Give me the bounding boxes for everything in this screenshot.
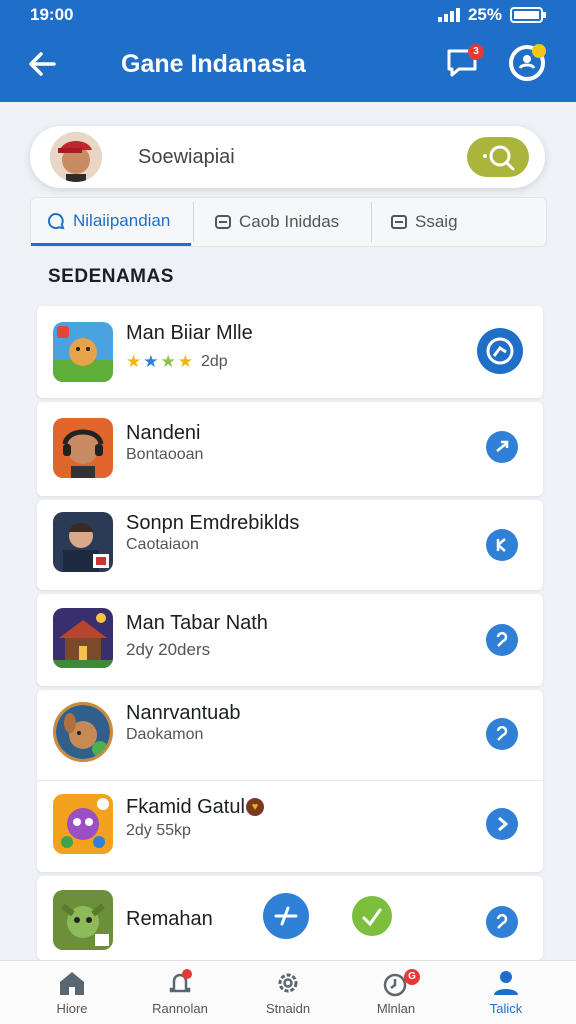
tab-bar: Nilaiipandian Caob Iniddas Ssaig: [30, 197, 547, 247]
nav-label: Talick: [489, 1001, 523, 1016]
help-icon: [496, 725, 508, 741]
game-thumbnail: [53, 890, 113, 950]
nav-label: Rannolan: [152, 1001, 208, 1016]
tab-ssaig[interactable]: Ssaig: [391, 198, 458, 246]
divider: [37, 780, 543, 781]
game-subtitle: 2dp: [201, 353, 228, 370]
game-title: Remahan: [126, 908, 213, 930]
chat-icon: [47, 212, 65, 229]
back-arrow-icon[interactable]: [24, 46, 60, 82]
tab-label: Caob Iniddas: [239, 212, 340, 231]
nav-item-home[interactable]: Hiore: [24, 969, 120, 1016]
star-icon: ★: [160, 352, 176, 371]
game-subtitle: Caotaiaon: [126, 536, 199, 553]
search-button[interactable]: [467, 137, 529, 177]
help-icon: [496, 913, 508, 929]
share-fab[interactable]: [263, 893, 309, 939]
nav-label: Hiore: [56, 1001, 88, 1016]
game-card[interactable]: Man Biiar Mlle ★ ★ ★ ★ 2dp: [37, 306, 543, 398]
arrow-right-icon: [496, 440, 509, 452]
action-button[interactable]: [486, 624, 518, 656]
game-subtitle: 2dy 55kp: [126, 822, 191, 839]
search-icon: [483, 145, 515, 171]
user-icon: [494, 971, 518, 995]
game-card[interactable]: Fkamid Gatul ♥ 2dy 55kp: [37, 782, 543, 872]
profile-badge-dot: [532, 44, 546, 58]
nav-label: Stnaidn: [265, 1001, 311, 1016]
tab-caob-iniddas[interactable]: Caob Iniddas: [215, 198, 339, 246]
tab-label: Ssaig: [415, 212, 458, 231]
action-button[interactable]: [486, 808, 518, 840]
status-right: 25%: [437, 5, 546, 25]
game-card[interactable]: Nandeni Bontaooan: [37, 402, 543, 496]
heart-icon: ♥: [246, 798, 264, 816]
game-title: Fkamid Gatul: [126, 796, 245, 818]
game-thumbnail: [53, 794, 113, 854]
star-icon: ★: [143, 352, 159, 371]
nav-item-notifications[interactable]: Rannolan: [132, 969, 228, 1016]
game-card[interactable]: Sonpn Emdrebiklds Caotaiaon: [37, 500, 543, 590]
star-icon: ★: [126, 352, 142, 371]
tab-label: Nilaiipandian: [73, 210, 171, 230]
home-icon: [60, 972, 84, 995]
share-icon: [486, 337, 514, 365]
game-card-group: Nanrvantuab Daokamon Fkamid Gatul ♥ 2dy …: [37, 690, 543, 872]
game-title: Nanrvantuab: [126, 702, 241, 724]
search-input[interactable]: [138, 142, 438, 172]
app-bar: Gane Indanasia 3: [0, 28, 576, 102]
bell-icon: [169, 969, 192, 993]
nav-label: Mlnlan: [376, 1001, 416, 1016]
send-icon: [274, 906, 298, 926]
rating: ★ ★ ★ ★ 2dp: [126, 352, 228, 372]
nav-badge: G: [404, 969, 420, 985]
game-thumbnail: [53, 322, 113, 382]
profile-button[interactable]: [508, 44, 546, 82]
nav-item-profile[interactable]: Talick: [458, 969, 554, 1016]
game-title: Man Tabar Nath: [126, 612, 268, 634]
action-button[interactable]: [486, 431, 518, 463]
game-subtitle: Daokamon: [126, 726, 204, 743]
search-bar: [30, 126, 545, 188]
action-button[interactable]: [486, 718, 518, 750]
expand-icon: [496, 538, 506, 552]
play-icon: [498, 816, 509, 832]
tab-divider: [371, 202, 372, 242]
action-button[interactable]: [477, 328, 523, 374]
action-button[interactable]: [486, 906, 518, 938]
check-fab[interactable]: [352, 896, 392, 936]
status-time: 19:00: [30, 5, 74, 24]
signal-icon: [437, 8, 460, 22]
game-card[interactable]: Nanrvantuab Daokamon: [37, 690, 543, 780]
game-title: Sonpn Emdrebiklds: [126, 512, 300, 534]
battery-icon: [510, 7, 546, 23]
game-thumbnail: [53, 418, 113, 478]
status-bar: 19:00 25%: [0, 0, 576, 28]
game-subtitle: Bontaooan: [126, 446, 204, 463]
game-title: Man Biiar Mlle: [126, 322, 253, 344]
page-title: Gane Indanasia: [121, 50, 306, 78]
battery-percent: 25%: [467, 5, 502, 24]
game-thumbnail: [53, 702, 113, 762]
messages-button[interactable]: 3: [446, 44, 484, 80]
game-subtitle: 2dy 20ders: [126, 640, 211, 659]
bottom-nav: Hiore Rannolan Stnaidn G Mlnlan Talick: [0, 960, 576, 1024]
gear-icon: [278, 973, 298, 993]
message-badge: 3: [468, 44, 484, 60]
tab-divider: [193, 202, 194, 242]
game-thumbnail: [53, 608, 113, 668]
game-card[interactable]: Man Tabar Nath 2dy 20ders: [37, 594, 543, 686]
action-button[interactable]: [486, 529, 518, 561]
list-icon: [215, 215, 231, 229]
check-icon: [362, 908, 382, 927]
nav-item-history[interactable]: G Mlnlan: [348, 969, 444, 1016]
section-title: SEDENAMAS: [48, 266, 174, 287]
star-icon: ★: [177, 352, 193, 371]
tab-nilaiipandian[interactable]: Nilaiipandian: [31, 198, 191, 246]
game-thumbnail: [53, 512, 113, 572]
user-avatar[interactable]: [50, 132, 102, 182]
nav-item-settings[interactable]: Stnaidn: [240, 969, 336, 1016]
help-icon: [496, 631, 508, 647]
box-icon: [391, 215, 407, 229]
game-title: Nandeni: [126, 422, 201, 444]
